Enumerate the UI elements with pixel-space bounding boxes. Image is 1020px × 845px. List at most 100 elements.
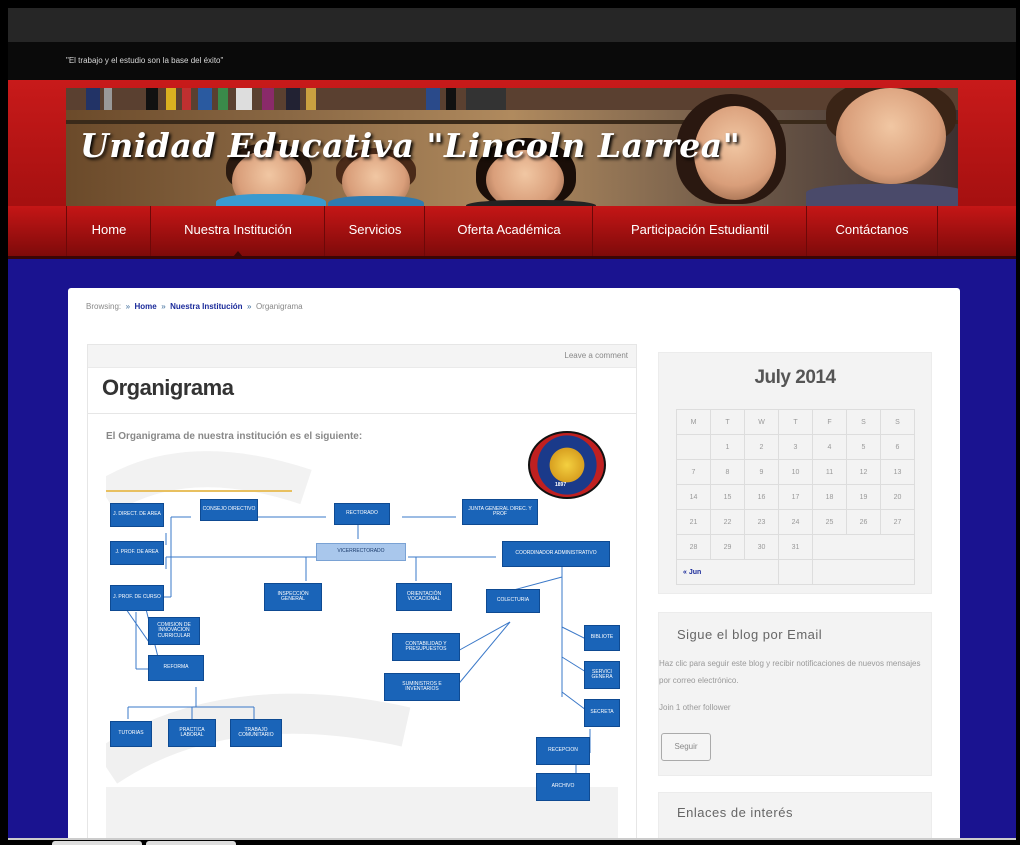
calendar-title: July 2014 (754, 367, 836, 388)
calendar-day: 6 (880, 434, 915, 460)
calendar-day: 12 (846, 459, 881, 485)
nav-item-servicios[interactable]: Servicios (324, 206, 425, 256)
org-box-practica-laboral: PRACTICA LABORAL (168, 719, 216, 747)
calendar-day: 14 (676, 484, 711, 510)
org-box-servicios-generales: SERVICI GENERA (584, 661, 620, 689)
nav-item-label: Nuestra Institución (184, 222, 292, 237)
calendar-day: 28 (676, 534, 711, 560)
org-box-trabajo-comunitario: TRABAJO COMUNITARIO (230, 719, 282, 747)
breadcrumb-separator-icon: » (244, 302, 254, 311)
breadcrumb-prefix: Browsing: (86, 302, 122, 311)
org-box-contabilidad: CONTABILIDAD Y PRESUPUESTOS (392, 633, 460, 661)
leave-comment-link[interactable]: Leave a comment (564, 351, 628, 360)
org-box-vicerrectorado: VICERRECTORADO (316, 543, 406, 561)
calendar-day: 9 (744, 459, 779, 485)
org-box-colecturia: COLECTURIA (486, 589, 540, 613)
calendar-day: 11 (812, 459, 847, 485)
follow-button[interactable]: Seguir (661, 733, 711, 761)
calendar-day: 8 (710, 459, 745, 485)
email-widget-title: Sigue el blog por Email (677, 627, 823, 642)
calendar-day: 15 (710, 484, 745, 510)
calendar-day: 29 (710, 534, 745, 560)
calendar-weekday: T (710, 409, 745, 435)
org-box-secretaria: SECRETA (584, 699, 620, 727)
org-box-recepcion: RECEPCION (536, 737, 590, 765)
bottom-divider (8, 838, 1016, 840)
organigrama-image: 1897 J. DIRECT. DE AREA CONSEJO DIRECTIV… (106, 427, 620, 840)
calendar-day: 4 (812, 434, 847, 460)
calendar-day: 2 (744, 434, 779, 460)
main-navigation: Home Nuestra Institución Servicios Ofert… (8, 206, 1016, 259)
calendar-weekday: S (846, 409, 881, 435)
breadcrumb: Browsing: » Home » Nuestra Institución »… (86, 302, 303, 311)
calendar-weekday: T (778, 409, 813, 435)
calendar-day: 3 (778, 434, 813, 460)
calendar-day: 7 (676, 459, 711, 485)
calendar-day: 13 (880, 459, 915, 485)
links-widget: Enlaces de interés (658, 792, 932, 840)
org-box-prof-area: J. PROF. DE AREA (110, 541, 164, 565)
org-box-direct-area: J. DIRECT. DE AREA (110, 503, 164, 527)
tagline-bar: "El trabajo y el estudio son la base del… (8, 42, 1016, 80)
calendar-day: 24 (778, 509, 813, 535)
nav-item-contactanos[interactable]: Contáctanos (806, 206, 938, 256)
institution-seal-year: 1897 (555, 482, 567, 488)
calendar-day: 22 (710, 509, 745, 535)
calendar-day (676, 434, 711, 460)
post-title[interactable]: Organigrama (102, 375, 234, 401)
org-box-junta-general: JUNTA GENERAL DIREC. Y PROF (462, 499, 538, 525)
calendar-day: 21 (676, 509, 711, 535)
calendar-day: 20 (880, 484, 915, 510)
active-indicator-arrow-icon (233, 251, 243, 257)
org-box-coordinador-administrativo: COORDINADOR ADMINISTRATIVO (502, 541, 610, 567)
bookshelf-decoration (66, 88, 958, 110)
site-tagline: "El trabajo y el estudio son la base del… (66, 56, 224, 65)
breadcrumb-home-link[interactable]: Home (135, 302, 157, 311)
calendar-weekday: M (676, 409, 711, 435)
breadcrumb-section-link[interactable]: Nuestra Institución (170, 302, 242, 311)
org-box-inspeccion-general: INSPECCIÓN GENERAL (264, 583, 322, 611)
student-face (836, 88, 946, 184)
taskbar-tab[interactable] (52, 841, 142, 845)
nav-item-nuestra-institucion[interactable]: Nuestra Institución (150, 206, 325, 257)
org-box-prof-curso: J. PROF. DE CURSO (110, 585, 164, 611)
divider (88, 413, 636, 414)
institution-seal-logo (528, 431, 606, 499)
calendar-day: 16 (744, 484, 779, 510)
org-box-reforma: REFORMA (148, 655, 204, 681)
calendar-day: 19 (846, 484, 881, 510)
nav-item-home[interactable]: Home (66, 206, 151, 256)
calendar-widget: July 2014 M T W T F S S 1 2 3 4 5 6 7 8 … (658, 352, 932, 594)
org-box-archivo: ARCHIVO (536, 773, 590, 801)
calendar-weekday: F (812, 409, 847, 435)
nav-item-participacion-estudiantil[interactable]: Participación Estudiantil (592, 206, 807, 256)
header-banner-image[interactable]: Unidad Educativa "Lincoln Larrea" (66, 88, 958, 206)
content-area: Browsing: » Home » Nuestra Institución »… (68, 288, 960, 840)
calendar-weekday: S (880, 409, 915, 435)
calendar-day: 27 (880, 509, 915, 535)
org-box-biblioteca: BIBLIOTE (584, 625, 620, 651)
nav-item-oferta-academica[interactable]: Oferta Académica (424, 206, 593, 256)
links-widget-title: Enlaces de interés (677, 805, 793, 820)
email-subscribe-widget: Sigue el blog por Email Haz clic para se… (658, 612, 932, 776)
calendar-day: 23 (744, 509, 779, 535)
taskbar-tab[interactable] (146, 841, 236, 845)
calendar-day: 1 (710, 434, 745, 460)
calendar-empty (778, 559, 813, 585)
calendar-day: 26 (846, 509, 881, 535)
calendar-day: 25 (812, 509, 847, 535)
breadcrumb-separator-icon: » (123, 302, 133, 311)
calendar-prev-month-link[interactable]: « Jun (676, 559, 779, 585)
org-box-comision-innovacion: COMISION DE INNOVACION CURRICULAR (148, 617, 200, 645)
email-widget-description: Haz clic para seguir este blog y recibir… (659, 659, 921, 685)
breadcrumb-separator-icon: » (158, 302, 168, 311)
calendar-empty (812, 559, 915, 585)
top-bar (8, 8, 1016, 42)
follower-count: Join 1 other follower (659, 703, 731, 712)
org-box-consejo-directivo: CONSEJO DIRECTIVO (200, 499, 258, 521)
org-box-suministros: SUMINISTROS E INVENTARIOS (384, 673, 460, 701)
site-title[interactable]: Unidad Educativa "Lincoln Larrea" (80, 126, 740, 165)
calendar-day: 10 (778, 459, 813, 485)
calendar-day: 31 (778, 534, 813, 560)
breadcrumb-current: Organigrama (255, 302, 303, 311)
